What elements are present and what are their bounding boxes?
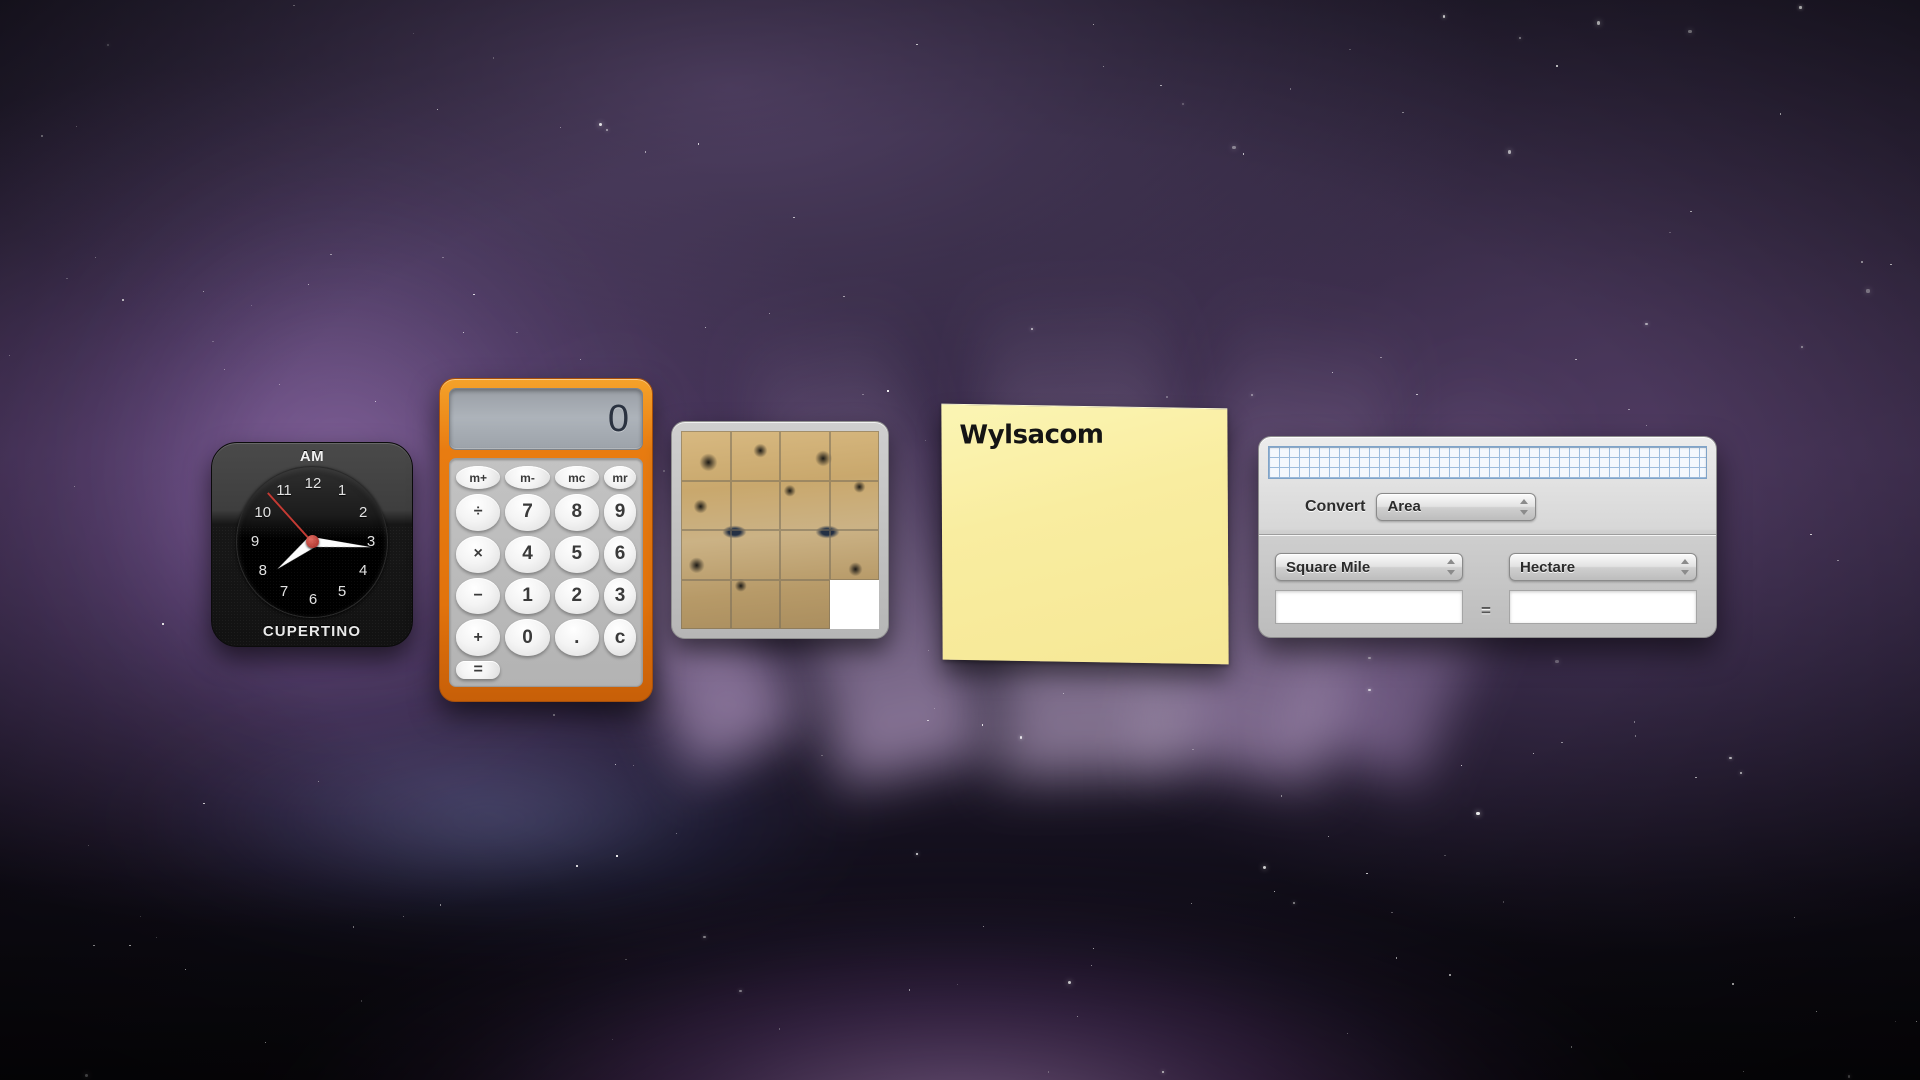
converter-to-unit-value: Hectare [1520,558,1576,576]
tile-game-frame [671,421,889,639]
tile-piece[interactable] [780,579,830,629]
converter-to-unit-select[interactable]: Hectare [1509,553,1697,581]
tile-piece[interactable] [730,480,780,530]
calculator-key-7[interactable]: 7 [505,494,550,531]
calculator-key-mr[interactable]: mr [603,466,636,489]
calculator-key-+[interactable]: + [456,619,501,656]
calculator-frame: 0 m+ m-mc mr ÷ 7 8 9 × 4 5 6 −1 2 3 +0. c = [439,378,653,702]
calculator-key-2[interactable]: 2 [554,577,599,615]
calculator-key-x[interactable]: = [456,661,501,679]
tile-piece[interactable] [681,431,731,481]
converter-to-column: Hectare [1509,553,1697,624]
converter-frame: Convert Area Square Mile = Hectare [1258,436,1717,638]
clock-frame: AM 12 1 2 3 4 5 6 7 8 9 10 11 CUPERTINO [211,442,413,647]
clock-ampm-label: AM [299,448,325,465]
clock-numeral: 3 [366,532,376,550]
converter-body: Square Mile = Hectare [1259,535,1716,624]
tile-piece[interactable] [829,530,879,580]
calculator-key-x[interactable]: × [456,535,501,573]
converter-from-input[interactable] [1275,590,1463,624]
calculator-key-x[interactable]: . [554,619,599,656]
clock-center-hub [305,535,319,548]
clock-face: 12 1 2 3 4 5 6 7 8 9 10 11 [236,465,388,618]
converter-type-value: Area [1387,498,1421,515]
widget-unit-converter[interactable]: Convert Area Square Mile = Hectare [1258,436,1717,638]
calculator-key-1[interactable]: 1 [505,577,550,615]
converter-type-row: Convert Area [1259,479,1716,535]
sticky-note-paper[interactable]: Wylsacom [941,403,1229,665]
tile-game-grid[interactable] [681,431,879,629]
tile-piece[interactable] [829,431,879,481]
chevron-updown-icon [1519,498,1528,515]
tile-blank[interactable] [829,579,879,629]
clock-numeral: 1 [337,482,347,500]
tile-piece[interactable] [730,530,780,580]
calculator-key-x[interactable]: − [456,577,501,615]
calculator-key-c[interactable]: c [603,619,636,656]
calculator-key-m-[interactable]: m- [505,466,550,489]
calculator-keypad: m+ m-mc mr ÷ 7 8 9 × 4 5 6 −1 2 3 +0. c = [449,458,643,687]
clock-numeral: 2 [359,503,368,521]
calculator-key-4[interactable]: 4 [505,535,550,573]
tile-piece[interactable] [730,431,780,481]
calculator-key-3[interactable]: 3 [603,577,636,615]
tile-piece[interactable] [780,480,830,530]
clock-numeral: 11 [276,482,292,500]
calculator-key-5[interactable]: 5 [554,535,599,573]
calculator-key-x[interactable]: ÷ [456,494,501,531]
tile-piece[interactable] [780,530,830,580]
calculator-display: 0 [449,388,643,450]
tile-piece[interactable] [829,480,879,530]
converter-equals-sign: = [1481,601,1491,620]
calculator-key-mc[interactable]: mc [554,466,599,489]
converter-type-select[interactable]: Area [1376,492,1537,521]
clock-numeral: 10 [254,503,272,521]
widget-world-clock[interactable]: AM 12 1 2 3 4 5 6 7 8 9 10 11 CUPERTINO [211,442,413,647]
calculator-key-6[interactable]: 6 [603,535,636,573]
clock-numeral: 8 [258,561,267,579]
widget-tile-game[interactable] [671,421,889,639]
clock-second-hand [267,491,313,543]
aurora-glow-core [210,648,1710,1080]
converter-from-unit-select[interactable]: Square Mile [1275,553,1463,581]
tile-piece[interactable] [780,431,830,481]
calculator-key-0[interactable]: 0 [505,619,550,656]
chevron-updown-icon [1446,559,1455,575]
converter-from-column: Square Mile [1275,553,1463,624]
clock-numeral: 5 [337,582,347,600]
tile-piece[interactable] [681,530,731,580]
widget-calculator[interactable]: 0 m+ m-mc mr ÷ 7 8 9 × 4 5 6 −1 2 3 +0. c = [439,378,653,702]
converter-from-unit-value: Square Mile [1286,558,1371,576]
chevron-updown-icon [1680,559,1689,575]
calculator-key-8[interactable]: 8 [554,494,599,531]
converter-convert-label: Convert [1305,497,1366,515]
tile-piece[interactable] [681,480,731,530]
tile-piece[interactable] [681,579,731,629]
calculator-key-m+[interactable]: m+ [456,466,501,489]
clock-numeral: 4 [359,561,368,579]
converter-to-input[interactable] [1509,590,1697,624]
clock-numeral: 7 [279,582,289,600]
tile-piece[interactable] [730,579,780,629]
widget-sticky-note[interactable]: Wylsacom [941,403,1229,665]
clock-numeral: 12 [304,474,322,492]
clock-numeral: 6 [308,590,318,608]
converter-graph-paper-header [1268,446,1707,479]
clock-numeral: 9 [250,532,260,550]
dashboard-desktop[interactable]: AM 12 1 2 3 4 5 6 7 8 9 10 11 CUPERTINO 0 m+ m-mc mr ÷… [0,0,1920,1080]
sticky-note-text[interactable]: Wylsacom [959,420,1103,451]
clock-city-label: CUPERTINO [262,623,362,640]
calculator-key-9[interactable]: 9 [603,494,636,531]
